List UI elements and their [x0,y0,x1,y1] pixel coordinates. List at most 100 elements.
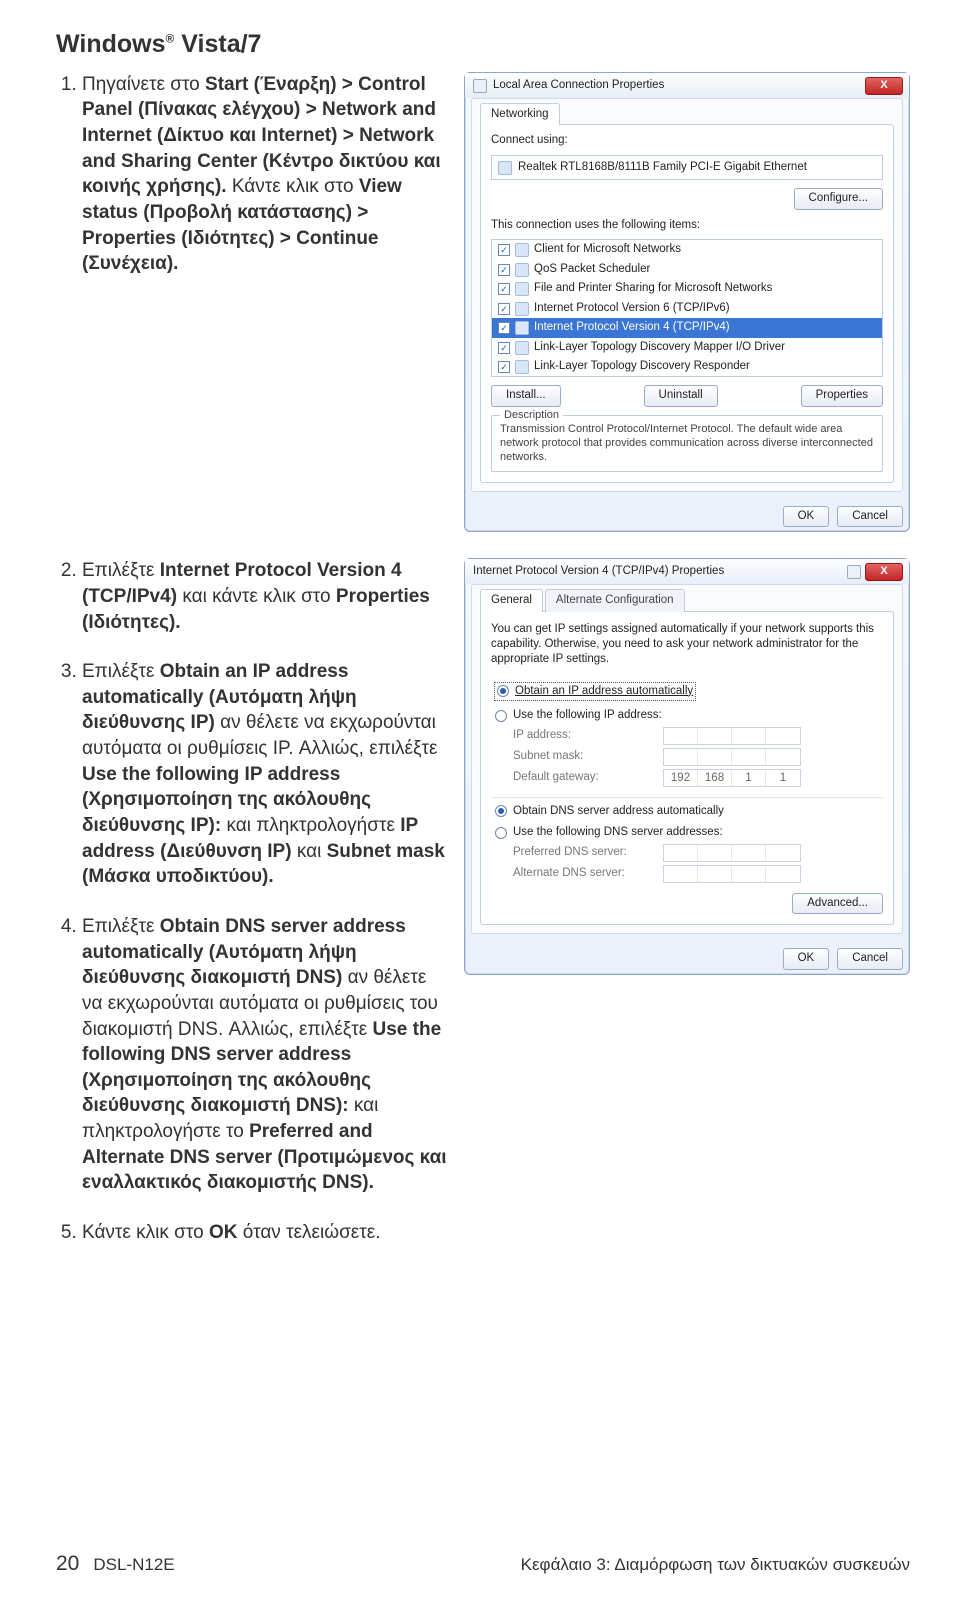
close-button[interactable]: X [865,77,903,95]
title-text: Windows [56,30,166,58]
adapter-field: Realtek RTL8168B/8111B Family PCI-E Giga… [491,155,883,181]
properties-button[interactable]: Properties [801,385,883,407]
component-icon [515,302,529,316]
step-4-text: Επιλέξτε [82,916,160,937]
step-2: Επιλέξτε Internet Protocol Version 4 (TC… [82,558,452,635]
page-footer: 20 DSL-N12E Κεφάλαιο 3: Διαμόρφωση των δ… [56,1550,910,1578]
field-ip-address: IP address: [513,727,883,745]
page-title: Windows® Vista/7 [56,28,910,62]
radio-use-following-ip[interactable]: Use the following IP address: [495,708,883,724]
step-3-text: Επιλέξτε [82,661,160,682]
step-2-text-2: και κάντε κλικ στο [182,586,336,607]
ip-input[interactable] [663,727,801,745]
list-item-label: Internet Protocol Version 6 (TCP/IPv6) [534,301,730,317]
step-2-text: Επιλέξτε [82,560,160,581]
step-3-text-4: και [297,841,327,862]
list-item-selected[interactable]: ✓Internet Protocol Version 4 (TCP/IPv4) [492,318,882,338]
component-icon [515,360,529,374]
dialog-ipv4-properties: Internet Protocol Version 4 (TCP/IPv4) P… [464,558,910,974]
ok-button[interactable]: OK [783,948,830,970]
radio-obtain-dns-auto[interactable]: Obtain DNS server address automatically [495,804,883,820]
step-5-text: Κάντε κλικ στο [82,1222,209,1243]
field-label: Subnet mask: [513,749,663,765]
description-box: Description Transmission Control Protoco… [491,415,883,472]
uninstall-button[interactable]: Uninstall [644,385,718,407]
ip-octet: 1 [766,770,800,786]
adapter-name: Realtek RTL8168B/8111B Family PCI-E Giga… [518,160,807,176]
list-item-label: Internet Protocol Version 4 (TCP/IPv4) [534,320,730,336]
product-model: DSL-N12E [93,1554,174,1577]
ip-input[interactable] [663,865,801,883]
tab-general[interactable]: General [480,589,543,612]
list-item-label: Link-Layer Topology Discovery Responder [534,359,750,375]
advanced-button[interactable]: Advanced... [792,893,883,915]
list-item-label: Link-Layer Topology Discovery Mapper I/O… [534,340,785,356]
configure-button[interactable]: Configure... [794,188,883,210]
ipv4-intro-text: You can get IP settings assigned automat… [491,622,883,667]
field-default-gateway: Default gateway: 192 168 1 1 [513,769,883,787]
radio-label: Obtain an IP address automatically [515,684,693,700]
step-3: Επιλέξτε Obtain an IP address automatica… [82,659,452,890]
ip-input[interactable]: 192 168 1 1 [663,769,801,787]
step-1: Πηγαίνετε στο Start (Έναρξη) > Control P… [82,72,452,277]
connection-items-list[interactable]: ✓Client for Microsoft Networks ✓QoS Pack… [491,239,883,377]
list-item-label: QoS Packet Scheduler [534,262,650,278]
radio-icon [497,685,509,697]
list-item-label: File and Printer Sharing for Microsoft N… [534,281,772,297]
ip-octet: 168 [698,770,732,786]
dialog-title: Internet Protocol Version 4 (TCP/IPv4) P… [473,564,724,580]
close-button[interactable]: X [865,563,903,581]
radio-icon [495,827,507,839]
step-1-text: Πηγαίνετε στο [82,74,205,95]
chapter-label: Κεφάλαιο 3: Διαμόρφωση των δικτυακών συσ… [521,1554,910,1577]
ip-input[interactable] [663,844,801,862]
dialog-local-area-connection: Local Area Connection Properties X Netwo… [464,72,910,533]
tab-alternate-configuration[interactable]: Alternate Configuration [545,589,685,612]
component-icon [515,282,529,296]
cancel-button[interactable]: Cancel [837,948,903,970]
radio-use-following-dns[interactable]: Use the following DNS server addresses: [495,825,883,841]
field-label: Default gateway: [513,770,663,786]
list-item[interactable]: ✓Link-Layer Topology Discovery Mapper I/… [492,338,882,358]
step-3-text-3: και πληκτρολογήστε [226,815,400,836]
help-icon[interactable] [847,565,861,579]
radio-icon [495,710,507,722]
description-text: Transmission Control Protocol/Internet P… [500,422,874,465]
radio-label: Obtain DNS server address automatically [513,804,724,820]
uses-items-label: This connection uses the following items… [491,218,883,234]
component-icon [515,243,529,257]
ip-octet: 192 [664,770,698,786]
list-item[interactable]: ✓Link-Layer Topology Discovery Responder [492,357,882,377]
step-4: Επιλέξτε Obtain DNS server address autom… [82,914,452,1196]
step-5-text-2: όταν τελειώσετε. [243,1222,381,1243]
field-subnet-mask: Subnet mask: [513,748,883,766]
field-alternate-dns: Alternate DNS server: [513,865,883,883]
page-number: 20 [56,1550,79,1578]
connect-using-label: Connect using: [491,133,883,149]
list-item[interactable]: ✓Client for Microsoft Networks [492,240,882,260]
step-5-bold: OK [209,1222,238,1243]
title-text-suffix: Vista/7 [174,30,261,58]
field-label: Preferred DNS server: [513,845,663,861]
component-icon [515,341,529,355]
description-caption: Description [500,408,563,423]
radio-obtain-ip-auto[interactable]: Obtain an IP address automatically [495,683,695,701]
radio-icon [495,805,507,817]
ip-input[interactable] [663,748,801,766]
step-1-text-2: Κάντε κλικ στο [232,176,359,197]
tab-networking[interactable]: Networking [480,103,560,126]
radio-label: Use the following DNS server addresses: [513,825,723,841]
list-item[interactable]: ✓Internet Protocol Version 6 (TCP/IPv6) [492,299,882,319]
list-item[interactable]: ✓File and Printer Sharing for Microsoft … [492,279,882,299]
component-icon [515,321,529,335]
radio-label: Use the following IP address: [513,708,662,724]
field-label: Alternate DNS server: [513,866,663,882]
dialog-title: Local Area Connection Properties [493,78,664,94]
network-icon [473,79,487,93]
list-item-label: Client for Microsoft Networks [534,242,681,258]
install-button[interactable]: Install... [491,385,561,407]
adapter-icon [498,161,512,175]
list-item[interactable]: ✓QoS Packet Scheduler [492,260,882,280]
ok-button[interactable]: OK [783,506,830,528]
cancel-button[interactable]: Cancel [837,506,903,528]
